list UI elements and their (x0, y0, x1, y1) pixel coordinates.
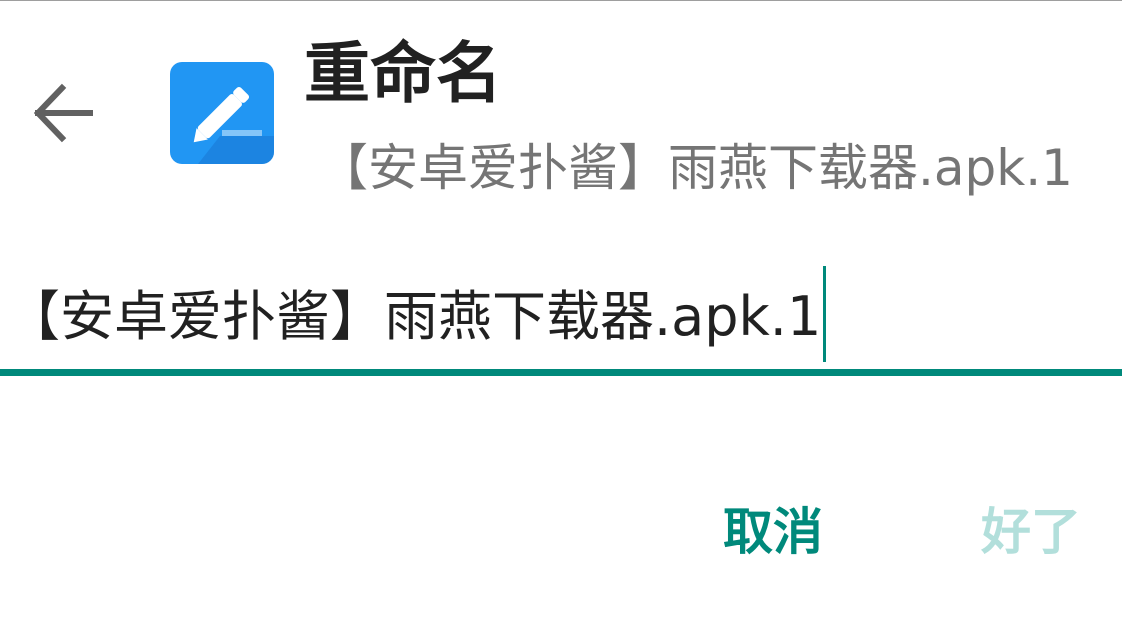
arrow-left-icon (33, 83, 93, 143)
dialog-header: 重命名 【安卓爱扑酱】雨燕下载器.apk.1 (0, 0, 1122, 215)
filename-value: 【安卓爱扑酱】雨燕下载器.apk.1 (6, 285, 822, 348)
input-underline (0, 369, 1122, 376)
filename-input[interactable]: 【安卓爱扑酱】雨燕下载器.apk.1 (0, 262, 1122, 380)
cancel-button[interactable]: 取消 (700, 492, 846, 572)
dialog-title: 重命名 (304, 35, 502, 112)
app-icon (170, 62, 274, 164)
pencil-edit-icon (193, 86, 274, 164)
dialog-subtitle-filename: 【安卓爱扑酱】雨燕下载器.apk.1 (318, 139, 1073, 197)
text-caret (823, 266, 827, 363)
back-button[interactable] (18, 70, 108, 156)
ok-button[interactable]: 好了 (958, 492, 1104, 572)
filename-input-text[interactable]: 【安卓爱扑酱】雨燕下载器.apk.1 (6, 266, 827, 368)
